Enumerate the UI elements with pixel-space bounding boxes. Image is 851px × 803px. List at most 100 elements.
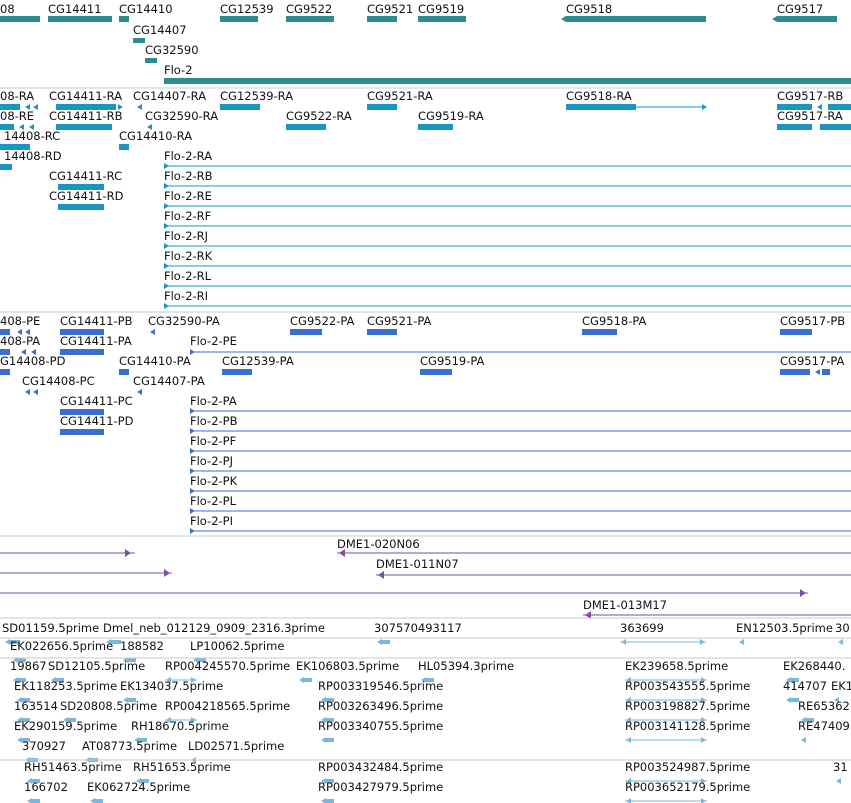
feature-bar[interactable] bbox=[777, 124, 812, 130]
feature-label-cg14411-pd[interactable]: CG14411-PD bbox=[60, 414, 134, 428]
feature-label-hl05394-3prime[interactable]: HL05394.3prime bbox=[418, 659, 514, 673]
feature-bar[interactable] bbox=[0, 164, 12, 170]
feature-bar[interactable] bbox=[119, 369, 129, 375]
feature-label-307570493117[interactable]: 307570493117 bbox=[374, 621, 462, 635]
feature-label-re47409[interactable]: RE47409 bbox=[798, 719, 850, 733]
feature-label-ek239658-5prime[interactable]: EK239658.5prime bbox=[625, 659, 728, 673]
feature-label-cg32590-pa[interactable]: CG32590-PA bbox=[148, 314, 220, 328]
feature-label-cg9518[interactable]: CG9518 bbox=[566, 2, 612, 16]
feature-label-dme1-011n07[interactable]: DME1-011N07 bbox=[376, 557, 459, 571]
feature-label-dme1-020n06[interactable]: DME1-020N06 bbox=[337, 537, 420, 551]
feature-label-flo-2-rk[interactable]: Flo-2-RK bbox=[164, 249, 213, 263]
feature-label-flo-2-pj[interactable]: Flo-2-PJ bbox=[190, 454, 233, 468]
est-bar[interactable] bbox=[32, 799, 40, 803]
feature-bar[interactable] bbox=[145, 58, 157, 63]
feature-label-rp003340755-5prime[interactable]: RP003340755.5prime bbox=[318, 719, 443, 733]
feature-label-flo-2-pk[interactable]: Flo-2-PK bbox=[190, 474, 238, 488]
feature-bar[interactable] bbox=[0, 369, 10, 375]
feature-label-cg9521-pa[interactable]: CG9521-PA bbox=[367, 314, 432, 328]
feature-label-lp10062-5prime[interactable]: LP10062.5prime bbox=[190, 639, 284, 653]
feature-label-rh18670-5prime[interactable]: RH18670.5prime bbox=[131, 719, 229, 733]
feature-label-cg9517-ra[interactable]: CG9517-RA bbox=[777, 109, 843, 123]
feature-label-cg14411-pc[interactable]: CG14411-PC bbox=[60, 394, 133, 408]
feature-bar[interactable] bbox=[220, 16, 258, 22]
feature-label-cg9519-pa[interactable]: CG9519-PA bbox=[420, 354, 485, 368]
feature-label-ek268440[interactable]: EK268440. bbox=[783, 659, 845, 673]
feature-bar[interactable] bbox=[220, 104, 260, 110]
feature-label-163514[interactable]: 163514 bbox=[14, 699, 58, 713]
feature-label-14408-rd[interactable]: 14408-RD bbox=[4, 149, 62, 163]
feature-label-flo-2-re[interactable]: Flo-2-RE bbox=[164, 189, 212, 203]
feature-bar[interactable] bbox=[58, 204, 104, 210]
feature-label-cg12539-ra[interactable]: CG12539-RA bbox=[220, 89, 293, 103]
feature-label-re65362[interactable]: RE65362 bbox=[798, 699, 850, 713]
feature-label-dme1-013m17[interactable]: DME1-013M17 bbox=[583, 598, 667, 612]
feature-label-flo-2-pl[interactable]: Flo-2-PL bbox=[190, 494, 237, 508]
est-bar[interactable] bbox=[326, 738, 334, 742]
feature-label-flo-2-pe[interactable]: Flo-2-PE bbox=[190, 334, 237, 348]
feature-label-cg14407-ra[interactable]: CG14407-RA bbox=[133, 89, 206, 103]
est-bar[interactable] bbox=[326, 799, 334, 803]
feature-label-cg14408-pc[interactable]: CG14408-PC bbox=[22, 374, 95, 388]
feature-bar[interactable] bbox=[367, 16, 397, 22]
feature-label-flo-2-pf[interactable]: Flo-2-PF bbox=[190, 434, 236, 448]
feature-label-cg9517-pb[interactable]: CG9517-PB bbox=[780, 314, 845, 328]
feature-bar[interactable] bbox=[566, 16, 706, 22]
feature-bar[interactable] bbox=[780, 329, 812, 335]
feature-label-rh51653-5prime[interactable]: RH51653.5prime bbox=[133, 760, 231, 774]
feature-label-08-re[interactable]: 08-RE bbox=[0, 109, 34, 123]
feature-label-363699[interactable]: 363699 bbox=[620, 621, 664, 635]
feature-label-ek062724-5prime[interactable]: EK062724.5prime bbox=[87, 780, 190, 794]
feature-label-14408-rc[interactable]: 14408-RC bbox=[4, 129, 60, 143]
feature-label-flo-2-rj[interactable]: Flo-2-RJ bbox=[164, 229, 208, 243]
feature-label-ek022656-5prime[interactable]: EK022656.5prime bbox=[10, 639, 113, 653]
feature-label-cg14410-ra[interactable]: CG14410-RA bbox=[119, 129, 192, 143]
feature-label-188582[interactable]: 188582 bbox=[120, 639, 164, 653]
feature-label-rp003141128-5prime[interactable]: RP003141128.5prime bbox=[625, 719, 750, 733]
feature-bar[interactable] bbox=[822, 369, 830, 375]
feature-bar[interactable] bbox=[60, 349, 104, 355]
feature-bar[interactable] bbox=[566, 104, 636, 110]
feature-label-30[interactable]: 30 bbox=[835, 621, 850, 635]
feature-label-cg14407[interactable]: CG14407 bbox=[133, 23, 187, 37]
feature-bar[interactable] bbox=[286, 16, 334, 22]
feature-label-cg9517-pa[interactable]: CG9517-PA bbox=[780, 354, 845, 368]
feature-bar[interactable] bbox=[222, 369, 252, 375]
feature-label-flo-2-rf[interactable]: Flo-2-RF bbox=[164, 209, 211, 223]
feature-label-cg14411-rb[interactable]: CG14411-RB bbox=[49, 109, 123, 123]
est-bar[interactable] bbox=[382, 640, 390, 644]
feature-bar[interactable] bbox=[777, 16, 837, 22]
feature-label-cg14410[interactable]: CG14410 bbox=[119, 2, 173, 16]
feature-label-cg32590-ra[interactable]: CG32590-RA bbox=[145, 109, 218, 123]
feature-label-ek118253-5prime[interactable]: EK118253.5prime bbox=[14, 679, 117, 693]
feature-label-cg14411-pb[interactable]: CG14411-PB bbox=[60, 314, 133, 328]
feature-label-cg14411-rc[interactable]: CG14411-RC bbox=[49, 169, 122, 183]
feature-label-rp003263496-5prime[interactable]: RP003263496.5prime bbox=[318, 699, 443, 713]
feature-label-rp003524987-5prime[interactable]: RP003524987.5prime bbox=[625, 760, 750, 774]
feature-label-cg9522[interactable]: CG9522 bbox=[286, 2, 332, 16]
feature-bar[interactable] bbox=[286, 124, 326, 130]
feature-label-ek290159-5prime[interactable]: EK290159.5prime bbox=[14, 719, 117, 733]
feature-label-cg12539-pa[interactable]: CG12539-PA bbox=[222, 354, 294, 368]
feature-bar[interactable] bbox=[60, 429, 104, 435]
feature-label-flo-2-pi[interactable]: Flo-2-PI bbox=[190, 514, 233, 528]
feature-label-rp003432484-5prime[interactable]: RP003432484.5prime bbox=[318, 760, 443, 774]
feature-bar[interactable] bbox=[418, 16, 466, 22]
feature-label-cg9522-ra[interactable]: CG9522-RA bbox=[286, 109, 352, 123]
feature-label-cg9517[interactable]: CG9517 bbox=[777, 2, 823, 16]
feature-label-rp003543555-5prime[interactable]: RP003543555.5prime bbox=[625, 679, 750, 693]
feature-label-flo-2-pa[interactable]: Flo-2-PA bbox=[190, 394, 237, 408]
feature-bar[interactable] bbox=[780, 369, 810, 375]
feature-label-en12503-5prime[interactable]: EN12503.5prime bbox=[736, 621, 833, 635]
feature-label-flo-2-ri[interactable]: Flo-2-RI bbox=[164, 289, 208, 303]
feature-label-rp003198827-5prime[interactable]: RP003198827.5prime bbox=[625, 699, 750, 713]
feature-label-rp003427979-5prime[interactable]: RP003427979.5prime bbox=[318, 780, 443, 794]
feature-label-cg14410-pa[interactable]: CG14410-PA bbox=[119, 354, 191, 368]
feature-label-414707[interactable]: 414707 bbox=[783, 679, 827, 693]
feature-label-cg14407-pa[interactable]: CG14407-PA bbox=[133, 374, 205, 388]
est-bar[interactable] bbox=[95, 799, 103, 803]
feature-label-at08773-5prime[interactable]: AT08773.5prime bbox=[82, 739, 177, 753]
feature-label-cg9519[interactable]: CG9519 bbox=[418, 2, 464, 16]
feature-bar[interactable] bbox=[48, 16, 112, 22]
feature-label-flo-2-rl[interactable]: Flo-2-RL bbox=[164, 269, 212, 283]
